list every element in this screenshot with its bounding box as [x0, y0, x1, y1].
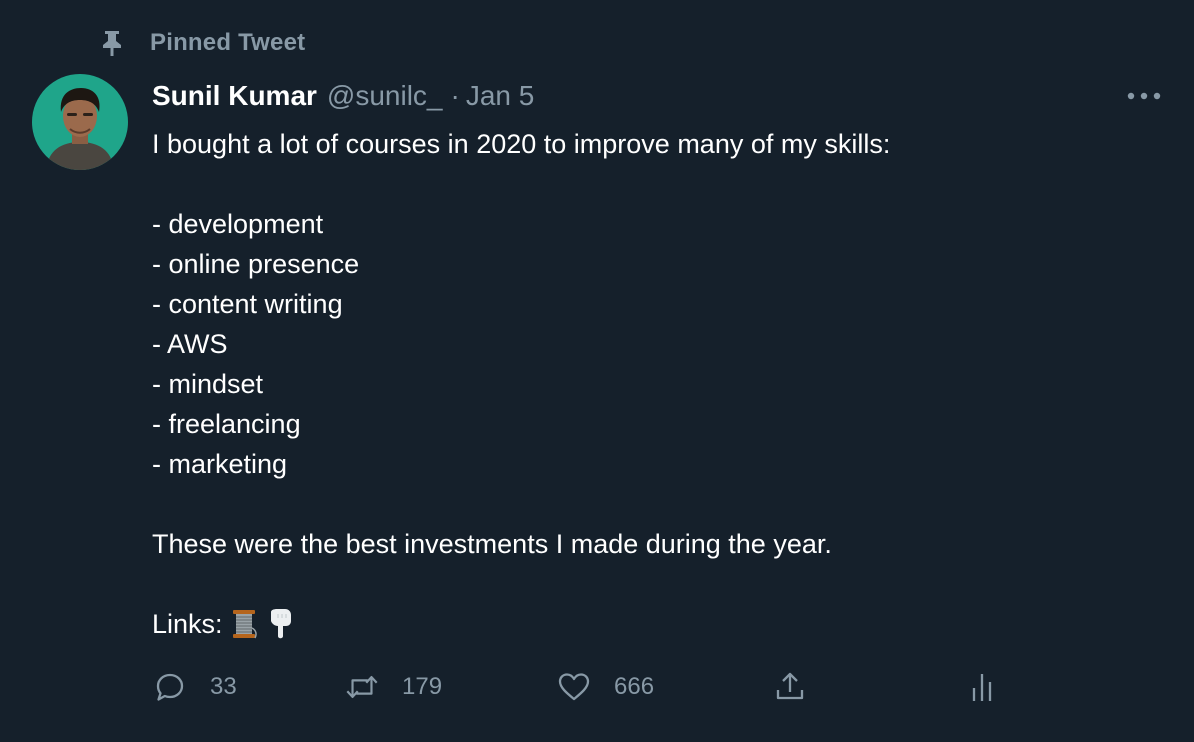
- more-options-button[interactable]: [1120, 80, 1168, 112]
- like-count: 666: [614, 673, 655, 700]
- share-icon: [772, 669, 808, 705]
- avatar[interactable]: [32, 74, 128, 170]
- pinned-tweet-label: Pinned Tweet: [150, 29, 306, 56]
- pin-icon: [98, 28, 126, 58]
- tweet-date[interactable]: Jan 5: [466, 80, 535, 112]
- separator-dot: ·: [450, 80, 460, 111]
- share-button[interactable]: [772, 666, 808, 708]
- list-item: - content writing: [152, 289, 343, 319]
- pinned-tweet-header: Pinned Tweet: [98, 26, 305, 60]
- retweet-count: 179: [402, 673, 443, 700]
- thread-spool-icon: [229, 607, 259, 641]
- links-label: Links:: [152, 609, 223, 639]
- list-item: - AWS: [152, 329, 228, 359]
- more-icon: [1127, 87, 1161, 105]
- list-item: - freelancing: [152, 409, 301, 439]
- retweet-button[interactable]: 179: [344, 666, 442, 708]
- analytics-icon: [964, 669, 1000, 705]
- reply-icon: [152, 669, 188, 705]
- tweet-closing: These were the best investments I made d…: [152, 529, 832, 559]
- tweet-text: I bought a lot of courses in 2020 to imp…: [152, 124, 1162, 644]
- list-item: - development: [152, 209, 324, 239]
- like-button[interactable]: 666: [556, 666, 654, 708]
- list-item: - online presence: [152, 249, 360, 279]
- author-handle[interactable]: @sunilc_: [327, 80, 443, 112]
- tweet-header: Sunil Kumar @sunilc_ · Jan 5: [152, 78, 534, 114]
- author-name[interactable]: Sunil Kumar: [152, 80, 317, 112]
- pointing-down-icon: [265, 607, 295, 641]
- analytics-button[interactable]: [964, 666, 1000, 708]
- reply-button[interactable]: 33: [152, 666, 237, 708]
- tweet-actions: 33 179 666: [152, 666, 1012, 708]
- tweet-intro: I bought a lot of courses in 2020 to imp…: [152, 129, 891, 159]
- reply-count: 33: [210, 673, 237, 700]
- retweet-icon: [344, 669, 380, 705]
- list-item: - marketing: [152, 449, 288, 479]
- list-item: - mindset: [152, 369, 264, 399]
- links-line: Links:: [152, 604, 1162, 644]
- heart-icon: [556, 669, 592, 705]
